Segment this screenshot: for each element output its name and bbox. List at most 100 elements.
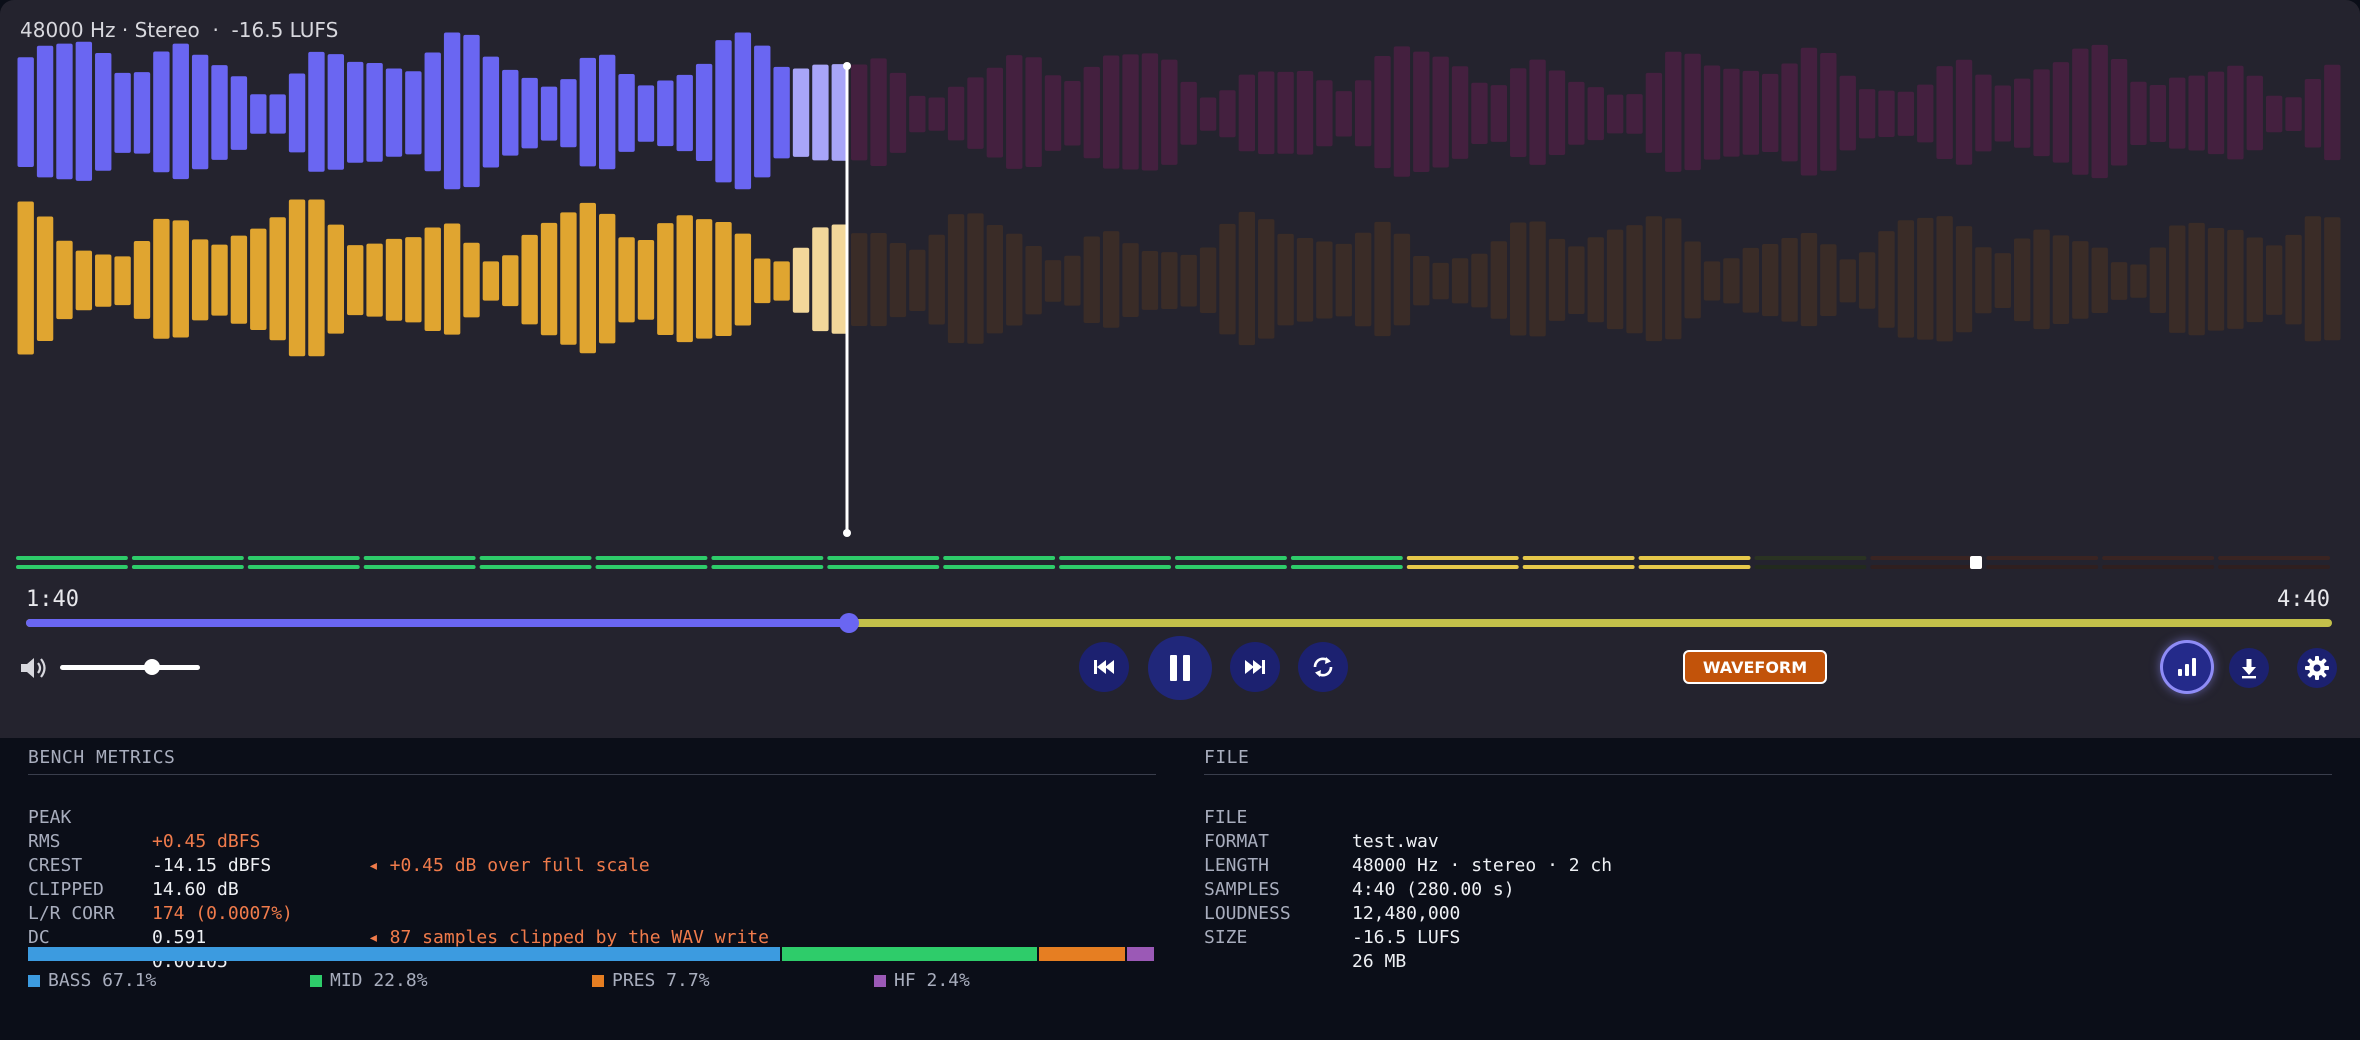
waveform-bar-right (1975, 247, 1992, 314)
download-button[interactable] (2229, 648, 2269, 688)
waveform-bar-left (95, 52, 112, 171)
waveform-bar-left (75, 41, 93, 181)
volume-thumb[interactable] (144, 659, 161, 675)
waveform-bar-right (1277, 233, 1294, 326)
waveform-bar-left (1277, 71, 1294, 154)
waveform-bar-right (1684, 241, 1701, 319)
band-segment-3 (1127, 947, 1154, 961)
waveform-bar-right (250, 228, 267, 331)
waveform-bar-left (1742, 70, 1759, 155)
waveform-mode-button[interactable]: WAVEFORM (1683, 650, 1827, 684)
waveform-bar-left (385, 68, 403, 157)
current-time: 1:40 (26, 587, 79, 612)
speaker-icon[interactable] (18, 654, 48, 682)
level-meter-segment (131, 565, 244, 569)
waveform-bar-left (695, 63, 713, 162)
settings-button[interactable] (2297, 648, 2337, 688)
previous-button[interactable] (1079, 642, 1129, 692)
waveform-bar-right (1354, 232, 1372, 327)
waveform-bar-right (734, 233, 752, 326)
waveform-bar-right (1471, 253, 1488, 308)
waveform-bar-right (191, 239, 209, 321)
waveform-bar-left (2110, 58, 2128, 166)
waveform-bar-right (947, 214, 965, 344)
level-meter-segment (16, 556, 128, 560)
waveform-bar-left (1820, 53, 1837, 171)
waveform-bar-left (308, 51, 325, 172)
waveform-bar-left (443, 32, 461, 190)
waveform-bar-left (1044, 75, 1062, 151)
waveform-bar-left (2207, 71, 2225, 155)
waveform-bar-right (1606, 229, 1624, 330)
waveform-bar-right (443, 223, 461, 335)
seek-bar-played (26, 619, 850, 627)
waveform-bar-left (1529, 59, 1546, 165)
waveform-bar-left (909, 95, 926, 133)
waveform-bar-left (502, 69, 519, 156)
next-button[interactable] (1230, 642, 1280, 692)
waveform-bar-right (521, 234, 538, 325)
waveform-bar-right (2033, 229, 2050, 330)
waveform-bar-right (1587, 237, 1604, 323)
file-row-format: FORMAT 48000 Hz · stereo · 2 ch (1204, 806, 2324, 876)
stats-button[interactable] (2163, 643, 2211, 691)
seek-thumb[interactable] (839, 613, 860, 633)
waveform-bar-left (1451, 66, 1469, 159)
waveform-bar-right (2013, 238, 2031, 322)
waveform-bar-right (1626, 225, 1643, 334)
waveform-bar-left (1781, 63, 1798, 162)
playhead-cap (843, 62, 851, 70)
level-meter-segment (595, 556, 708, 560)
level-meter-segment (1059, 556, 1171, 560)
file-row-samples: SAMPLES 12,480,000 (1204, 854, 2324, 924)
waveform-bar-right (1006, 233, 1023, 326)
level-meter-segment (595, 565, 708, 569)
waveform-bar-left (2169, 77, 2186, 149)
waveform-bar-right (676, 215, 693, 343)
legend-mid: MID 22.8% (310, 969, 428, 993)
waveform-bar-right (1955, 226, 1973, 333)
file-key: SIZE (1204, 927, 1248, 948)
waveform-bar-left (812, 64, 829, 161)
waveform-bar-right (1820, 244, 1837, 316)
legend-label: PRES 7.7% (612, 970, 710, 991)
waveform-bar-right (657, 223, 674, 336)
waveform-bar-right (1161, 252, 1178, 309)
waveform-bar-right (1781, 237, 1798, 322)
legend-swatch (874, 975, 886, 987)
waveform-bar-right (773, 261, 790, 301)
waveform-bar-left (1858, 89, 1876, 139)
waveform-bar-left (1471, 82, 1488, 144)
waveform-bar-left (657, 80, 674, 147)
waveform-bar-right (1393, 233, 1411, 326)
metric-row-peak: PEAK +0.45 dBFS ◂ +0.45 dB over full sca… (28, 782, 1148, 876)
waveform-bar-right (75, 250, 93, 311)
waveform-bar-right (1180, 254, 1197, 307)
file-row-length: LENGTH 4:40 (280.00 s) (1204, 830, 2324, 900)
skip-previous-icon (1094, 660, 1114, 674)
total-time: 4:40 (2277, 587, 2330, 612)
waveform-bar-right (889, 242, 907, 318)
seek-bar[interactable] (26, 613, 2332, 633)
band-segment-2 (1038, 947, 1126, 961)
level-meter-segment (943, 565, 1056, 569)
waveform-bar-left (986, 67, 1004, 158)
pause-button[interactable] (1148, 636, 1212, 700)
waveform-bar-right (792, 247, 810, 313)
level-meter-segment (827, 565, 940, 569)
waveform-bar-right (347, 245, 364, 316)
level-meter-segment (1986, 556, 2099, 560)
waveform-bar-right (1490, 241, 1508, 319)
pause-icon (1170, 655, 1190, 681)
legend-bass: BASS 67.1% (28, 969, 156, 993)
waveform-bar-right (1122, 243, 1139, 317)
loop-button[interactable] (1298, 642, 1348, 692)
level-meter-segment (2102, 565, 2215, 569)
waveform-bar-right (56, 240, 73, 320)
download-icon (2242, 659, 2256, 679)
waveform-bar-right (230, 235, 248, 324)
waveform-display[interactable] (0, 0, 2360, 580)
waveform-bar-right (2246, 237, 2263, 323)
waveform-bar-right (2110, 262, 2128, 300)
volume-slider[interactable] (60, 659, 200, 675)
